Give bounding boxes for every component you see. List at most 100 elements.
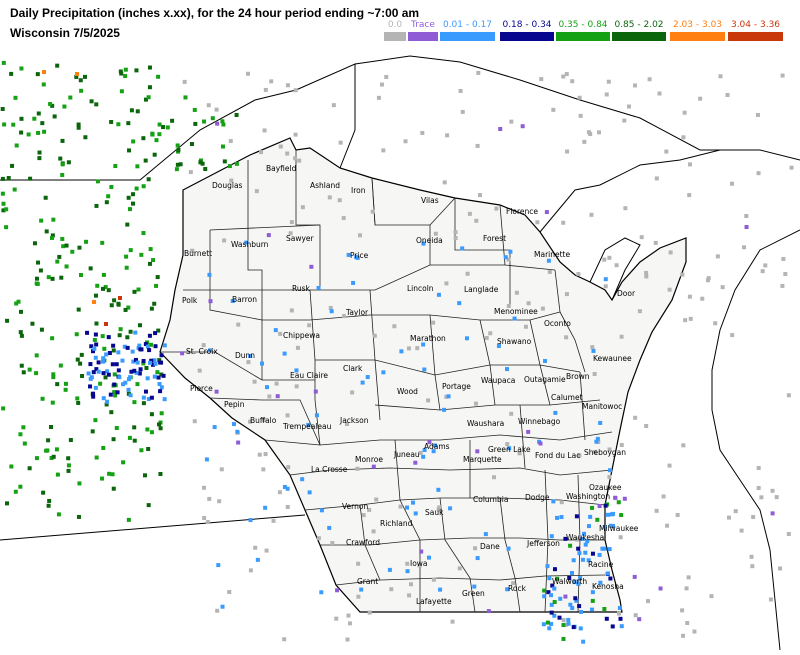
station-marker bbox=[559, 515, 564, 520]
station-marker bbox=[0, 191, 5, 196]
station-marker bbox=[86, 371, 91, 376]
station-marker bbox=[111, 486, 116, 491]
county-label: Chippewa bbox=[283, 331, 320, 340]
station-marker bbox=[193, 121, 198, 126]
station-marker bbox=[617, 611, 622, 616]
station-marker bbox=[0, 176, 5, 181]
station-marker bbox=[93, 385, 98, 390]
station-marker bbox=[687, 193, 692, 198]
station-marker bbox=[476, 70, 481, 75]
station-marker bbox=[619, 624, 624, 629]
legend-label: Trace bbox=[411, 20, 435, 30]
station-marker bbox=[123, 307, 128, 312]
station-marker bbox=[341, 216, 346, 221]
station-marker bbox=[139, 448, 144, 453]
station-marker bbox=[431, 320, 436, 325]
county-label: Columbia bbox=[473, 495, 508, 504]
station-marker bbox=[227, 164, 232, 169]
station-marker bbox=[552, 567, 557, 572]
station-marker bbox=[132, 400, 137, 405]
station-marker bbox=[40, 121, 45, 126]
station-marker bbox=[13, 489, 18, 494]
station-marker bbox=[421, 342, 426, 347]
station-marker bbox=[619, 513, 624, 518]
station-marker bbox=[18, 309, 23, 314]
station-marker bbox=[75, 357, 80, 362]
station-marker bbox=[553, 410, 558, 415]
county-label: Pepin bbox=[224, 400, 245, 409]
station-marker bbox=[654, 176, 659, 181]
station-marker bbox=[83, 74, 88, 79]
station-marker bbox=[108, 392, 113, 397]
station-marker bbox=[170, 118, 175, 123]
station-marker bbox=[155, 370, 160, 375]
legend-swatch bbox=[500, 32, 554, 41]
station-marker bbox=[76, 307, 81, 312]
station-marker bbox=[547, 626, 552, 631]
station-marker bbox=[300, 205, 305, 210]
station-marker bbox=[75, 396, 80, 401]
station-marker bbox=[426, 555, 431, 560]
station-marker bbox=[80, 373, 85, 378]
station-marker bbox=[374, 497, 379, 502]
station-marker bbox=[101, 272, 106, 277]
station-marker bbox=[751, 515, 756, 520]
county-label: Juneau bbox=[393, 450, 420, 459]
station-marker bbox=[36, 111, 41, 116]
station-marker bbox=[360, 380, 365, 385]
station-marker bbox=[526, 429, 531, 434]
station-marker bbox=[32, 116, 37, 121]
station-marker bbox=[152, 374, 157, 379]
station-marker bbox=[68, 438, 73, 443]
station-marker bbox=[204, 457, 209, 462]
county-label: Rock bbox=[508, 584, 527, 593]
station-marker bbox=[19, 66, 24, 71]
station-marker bbox=[523, 324, 528, 329]
station-marker bbox=[34, 371, 39, 376]
station-marker bbox=[330, 541, 335, 546]
station-marker bbox=[520, 124, 525, 129]
station-marker bbox=[257, 452, 262, 457]
station-marker bbox=[606, 79, 611, 84]
station-marker bbox=[205, 520, 210, 525]
station-marker bbox=[644, 270, 649, 275]
station-marker bbox=[508, 249, 513, 254]
station-marker bbox=[610, 624, 615, 629]
station-marker bbox=[124, 254, 129, 259]
station-marker bbox=[95, 283, 100, 288]
station-marker bbox=[107, 351, 112, 356]
station-marker bbox=[0, 106, 5, 111]
station-marker bbox=[41, 490, 46, 495]
station-marker bbox=[282, 351, 287, 356]
station-marker bbox=[217, 499, 222, 504]
station-marker bbox=[294, 384, 299, 389]
station-marker bbox=[127, 435, 132, 440]
station-marker bbox=[372, 333, 377, 338]
station-marker bbox=[36, 130, 41, 135]
station-marker bbox=[55, 382, 60, 387]
station-marker bbox=[403, 139, 408, 144]
station-marker bbox=[119, 89, 124, 94]
station-marker bbox=[277, 490, 282, 495]
station-marker bbox=[207, 272, 212, 277]
station-marker bbox=[547, 269, 552, 274]
station-marker bbox=[100, 334, 105, 339]
station-marker bbox=[111, 437, 116, 442]
station-marker bbox=[565, 149, 570, 154]
station-marker bbox=[426, 398, 431, 403]
station-marker bbox=[88, 362, 93, 367]
station-marker bbox=[94, 342, 99, 347]
station-marker bbox=[546, 258, 551, 263]
station-marker bbox=[152, 152, 157, 157]
county-label: Wood bbox=[397, 387, 418, 396]
station-marker bbox=[588, 514, 593, 519]
station-marker bbox=[101, 445, 106, 450]
station-marker bbox=[147, 333, 152, 338]
station-marker bbox=[285, 151, 290, 156]
station-marker bbox=[145, 344, 150, 349]
station-marker bbox=[293, 132, 298, 137]
station-marker bbox=[367, 610, 372, 615]
station-marker bbox=[474, 218, 479, 223]
station-marker bbox=[552, 600, 557, 605]
station-marker bbox=[577, 551, 582, 556]
